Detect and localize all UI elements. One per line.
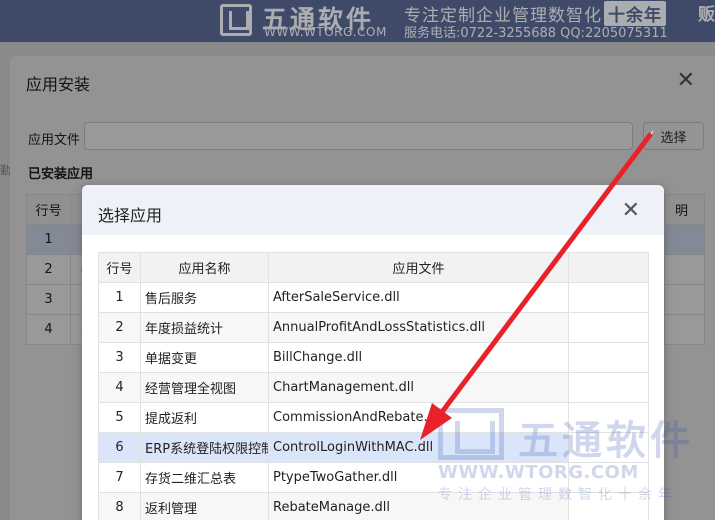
column-header-index: 行号 bbox=[98, 252, 141, 283]
table-row[interactable]: 7 存货二维汇总表 PtypeTwoGather.dll bbox=[98, 462, 649, 493]
row-app-file: AnnualProfitAndLossStatistics.dll bbox=[268, 312, 569, 343]
row-desc bbox=[664, 254, 705, 285]
row-extra bbox=[568, 492, 649, 520]
row-app-file: ControlLoginWithMAC.dll bbox=[268, 432, 569, 463]
banner-dim-overlay bbox=[0, 0, 715, 42]
table-row[interactable]: 4 经营管理全视图 ChartManagement.dll bbox=[98, 372, 649, 403]
column-header-app-file: 应用文件 bbox=[268, 252, 569, 283]
table-header-row: 行号 应用名称 应用文件 bbox=[98, 252, 649, 283]
column-header-index: 行号 bbox=[26, 194, 71, 225]
row-app-name: 售后服务 bbox=[140, 282, 269, 313]
row-app-file: CommissionAndRebate.dll bbox=[268, 402, 569, 433]
row-index: 6 bbox=[98, 432, 141, 463]
row-index: 8 bbox=[98, 492, 141, 520]
row-app-name: 经营管理全视图 bbox=[140, 372, 269, 403]
dialog-title: 应用安装 bbox=[26, 75, 91, 94]
select-file-button[interactable]: 选择 bbox=[643, 122, 704, 150]
row-app-name: 单据变更 bbox=[140, 342, 269, 373]
row-app-name: 返利管理 bbox=[140, 492, 269, 520]
close-icon[interactable]: ✕ bbox=[677, 70, 695, 92]
row-index: 4 bbox=[26, 314, 71, 345]
row-index: 3 bbox=[98, 342, 141, 373]
table-row[interactable]: 2 年度损益统计 AnnualProfitAndLossStatistics.dll bbox=[98, 312, 649, 343]
table-row[interactable]: 3 单据变更 BillChange.dll bbox=[98, 342, 649, 373]
row-app-file: AfterSaleService.dll bbox=[268, 282, 569, 313]
table-row[interactable]: 5 提成返利 CommissionAndRebate.dll bbox=[98, 402, 649, 433]
row-extra bbox=[568, 282, 649, 313]
row-app-file: BillChange.dll bbox=[268, 342, 569, 373]
row-index: 2 bbox=[98, 312, 141, 343]
row-extra bbox=[568, 312, 649, 343]
row-app-name: ERP系统登陆权限控制 bbox=[140, 432, 269, 463]
row-index: 1 bbox=[26, 224, 71, 255]
row-index: 2 bbox=[26, 254, 71, 285]
column-header-desc: 明 bbox=[664, 194, 705, 225]
row-index: 3 bbox=[26, 284, 71, 315]
row-app-file: RebateManage.dll bbox=[268, 492, 569, 520]
row-extra bbox=[568, 402, 649, 433]
app-file-input[interactable] bbox=[84, 122, 633, 150]
row-app-file: PtypeTwoGather.dll bbox=[268, 462, 569, 493]
app-file-label: 应用文件 bbox=[28, 133, 81, 148]
table-row[interactable]: 6 ERP系统登陆权限控制 ControlLoginWithMAC.dll bbox=[98, 432, 649, 463]
close-icon[interactable]: ✕ bbox=[622, 200, 640, 222]
column-header-app-name: 应用名称 bbox=[140, 252, 269, 283]
row-extra bbox=[568, 342, 649, 373]
row-app-name: 存货二维汇总表 bbox=[140, 462, 269, 493]
row-desc bbox=[664, 314, 705, 345]
installed-apps-title: 已安装应用 bbox=[28, 167, 94, 182]
row-index: 1 bbox=[98, 282, 141, 313]
row-desc bbox=[664, 284, 705, 315]
select-app-dialog: 选择应用 ✕ 行号 应用名称 应用文件 1 售后服务 AfterSaleServic… bbox=[82, 185, 664, 520]
row-index: 4 bbox=[98, 372, 141, 403]
row-index: 5 bbox=[98, 402, 141, 433]
dialog-title: 选择应用 bbox=[98, 206, 163, 225]
row-index: 7 bbox=[98, 462, 141, 493]
row-extra bbox=[568, 372, 649, 403]
row-extra bbox=[568, 462, 649, 493]
app-list-table: 行号 应用名称 应用文件 1 售后服务 AfterSaleService.dll 2 年… bbox=[98, 252, 649, 520]
row-extra bbox=[568, 432, 649, 463]
table-row[interactable]: 1 售后服务 AfterSaleService.dll bbox=[98, 282, 649, 313]
row-app-name: 年度损益统计 bbox=[140, 312, 269, 343]
row-app-name: 提成返利 bbox=[140, 402, 269, 433]
dialog-header: 选择应用 ✕ bbox=[82, 185, 664, 235]
row-app-file: ChartManagement.dll bbox=[268, 372, 569, 403]
row-desc bbox=[664, 224, 705, 255]
header-banner: 五通软件 WWW.WTORG.COM 专注定制企业管理数智化 十余年 服务电话:0… bbox=[0, 0, 715, 42]
table-row[interactable]: 8 返利管理 RebateManage.dll bbox=[98, 492, 649, 520]
column-header-extra bbox=[568, 252, 649, 283]
